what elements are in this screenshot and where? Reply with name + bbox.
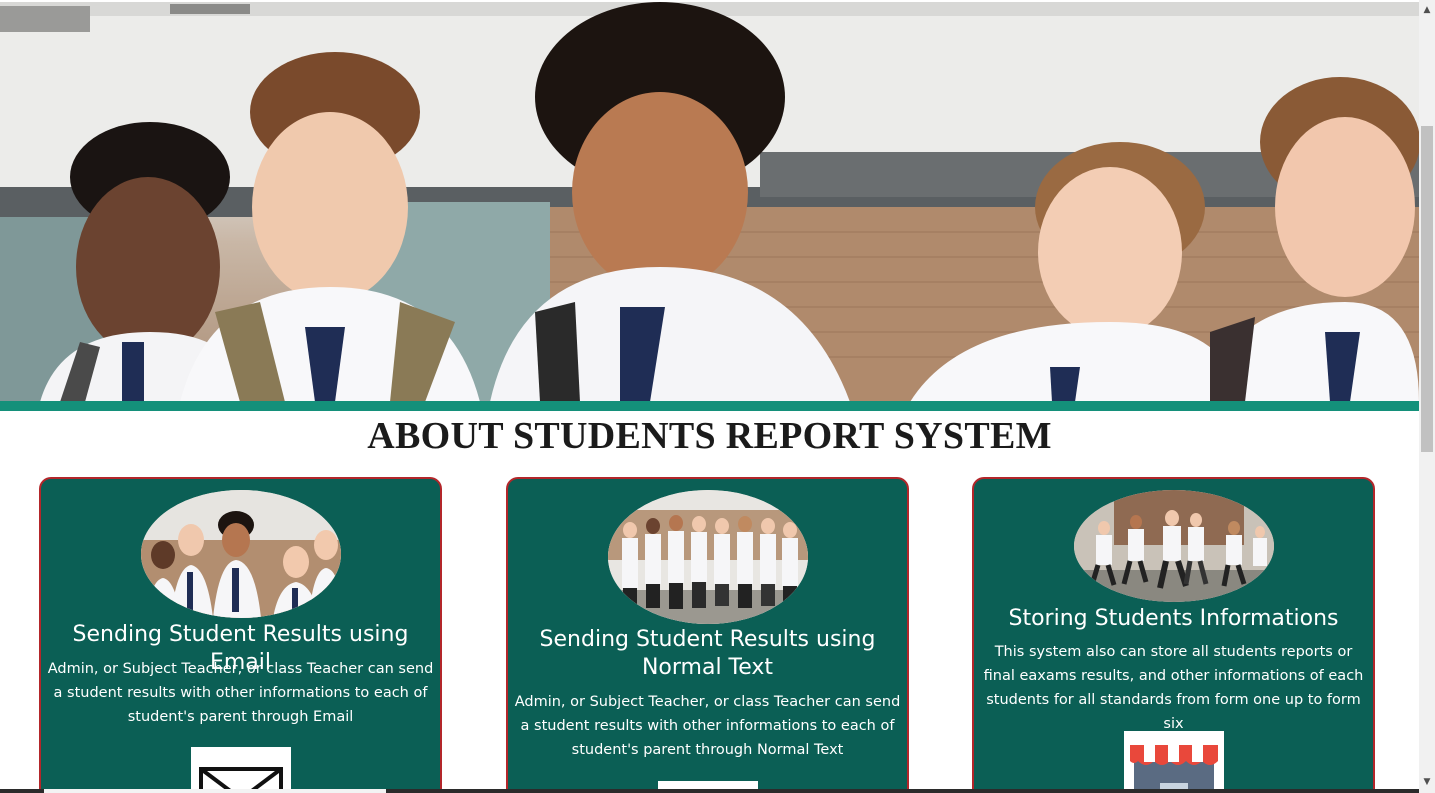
- scroll-down-icon[interactable]: ▼: [1419, 774, 1435, 790]
- students-running-photo: [1073, 490, 1274, 602]
- envelope-icon[interactable]: [190, 747, 291, 793]
- page: ABOUT STUDENTS REPORT SYSTEM Sending Stu…: [0, 0, 1419, 793]
- card-email-results: Sending Student Results using Email Admi…: [39, 477, 442, 793]
- hero-image: [0, 2, 1419, 402]
- students-smiling-photo: [140, 490, 341, 618]
- scroll-up-icon[interactable]: ▲: [1419, 2, 1435, 18]
- card-title: Storing Students Informations: [1008, 606, 1339, 631]
- store-icon[interactable]: [1123, 731, 1224, 793]
- card-description: Admin, or Subject Teacher, or class Teac…: [47, 661, 434, 725]
- card-description: Admin, or Subject Teacher, or class Teac…: [514, 694, 901, 758]
- students-group-photo: [0, 2, 1419, 402]
- card-image-students-smiling: [140, 490, 341, 618]
- card-storing-info: Storing Students Informations This syste…: [972, 477, 1375, 793]
- card-description: This system also can store all students …: [983, 644, 1364, 732]
- vertical-scrollbar[interactable]: ▲ ▼: [1419, 0, 1435, 793]
- accent-band: [0, 401, 1419, 411]
- card-image-students-running: [1073, 490, 1274, 602]
- bottom-divider-highlight: [44, 789, 386, 793]
- card-image-students-standing: [607, 490, 808, 624]
- students-standing-photo: [607, 490, 808, 624]
- card-text-results: Sending Student Results using Normal Tex…: [506, 477, 909, 793]
- scroll-thumb[interactable]: [1421, 126, 1433, 452]
- card-title: Sending Student Results using Normal Tex…: [539, 627, 876, 680]
- section-title: ABOUT STUDENTS REPORT SYSTEM: [367, 415, 1052, 457]
